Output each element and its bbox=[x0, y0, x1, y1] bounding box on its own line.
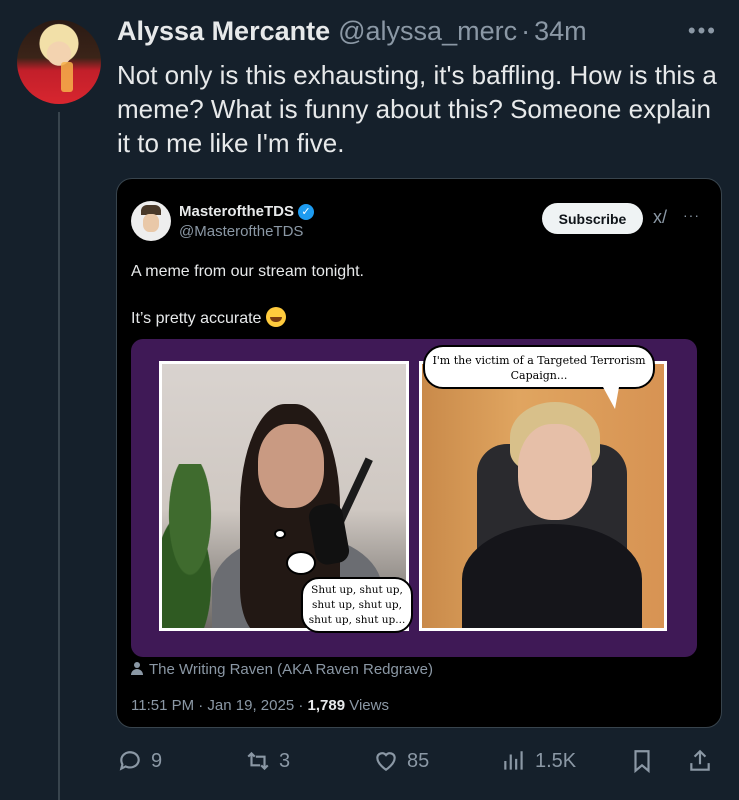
retweet-icon bbox=[247, 751, 269, 771]
thread-line bbox=[58, 112, 60, 800]
bookmark-icon bbox=[634, 750, 650, 774]
share-button[interactable] bbox=[687, 742, 713, 780]
quoted-tweet[interactable]: MasteroftheTDS ✓ @MasteroftheTDS Subscri… bbox=[116, 178, 722, 728]
quoted-timestamp[interactable]: 11:51 PM · Jan 19, 2025 · bbox=[131, 697, 308, 714]
quoted-tweet-text: A meme from our stream tonight. It’s pre… bbox=[131, 261, 691, 330]
retweet-count: 3 bbox=[279, 749, 291, 772]
person-icon bbox=[131, 662, 143, 675]
like-button[interactable]: 85 bbox=[373, 742, 429, 780]
subscribe-button[interactable]: Subscribe bbox=[542, 203, 643, 234]
bookmark-button[interactable] bbox=[629, 742, 655, 780]
laughing-emoji-icon bbox=[265, 307, 286, 327]
quoted-author: MasteroftheTDS ✓ bbox=[179, 203, 315, 220]
right-person-face bbox=[518, 424, 592, 520]
quoted-author-avatar[interactable] bbox=[131, 201, 171, 241]
reply-count: 9 bbox=[151, 749, 163, 772]
right-panel-photo bbox=[422, 364, 664, 628]
quoted-views-count: 1,789 bbox=[307, 697, 346, 714]
header-separator: · bbox=[521, 16, 531, 46]
quoted-author-name[interactable]: MasteroftheTDS bbox=[179, 203, 294, 220]
reply-button[interactable]: 9 bbox=[117, 742, 162, 780]
quoted-tweet-meta: 11:51 PM · Jan 19, 2025 · 1,789 Views bbox=[131, 697, 389, 714]
credit-text[interactable]: The Writing Raven (AKA Raven Redgrave) bbox=[149, 661, 433, 678]
meme-panel-right bbox=[419, 361, 667, 631]
grok-icon[interactable]: x/ bbox=[653, 207, 667, 228]
like-count: 85 bbox=[407, 749, 430, 772]
action-bar: 9 3 85 1.5K bbox=[117, 742, 723, 780]
quoted-text-line-1: A meme from our stream tonight. bbox=[131, 263, 364, 280]
thought-dot-small bbox=[274, 529, 286, 539]
quoted-text-line-2: It’s pretty accurate bbox=[131, 307, 691, 330]
share-icon bbox=[690, 749, 710, 771]
quoted-views-label: Views bbox=[345, 697, 389, 714]
image-credit: The Writing Raven (AKA Raven Redgrave) bbox=[131, 661, 433, 678]
views-count: 1.5K bbox=[535, 749, 577, 772]
retweet-button[interactable]: 3 bbox=[245, 742, 290, 780]
speech-bubble-right: I'm the victim of a Targeted Terrorism C… bbox=[423, 345, 655, 409]
quoted-author-handle[interactable]: @MasteroftheTDS bbox=[179, 223, 303, 240]
heart-icon bbox=[376, 752, 396, 771]
quoted-more-options-icon[interactable]: ··· bbox=[683, 207, 700, 223]
more-options-icon[interactable]: ••• bbox=[688, 18, 717, 44]
tweet-header: Alyssa Mercante @alyssa_merc · 34m bbox=[117, 16, 723, 52]
meme-image[interactable]: I'm the victim of a Targeted Terrorism C… bbox=[131, 339, 697, 657]
verified-badge-icon: ✓ bbox=[298, 203, 315, 220]
author-avatar[interactable] bbox=[17, 20, 101, 104]
author-name[interactable]: Alyssa Mercante bbox=[117, 16, 330, 47]
reply-icon bbox=[119, 751, 140, 771]
views-chart-icon bbox=[504, 751, 523, 770]
author-handle[interactable]: @alyssa_merc bbox=[338, 16, 517, 47]
views-button[interactable]: 1.5K bbox=[501, 742, 576, 780]
thought-dot-large bbox=[286, 551, 316, 575]
thought-bubble-left: Shut up, shut up, shut up, shut up, shut… bbox=[301, 577, 413, 633]
right-person-body bbox=[462, 524, 642, 628]
quoted-text-line-2-text: It’s pretty accurate bbox=[131, 310, 262, 327]
left-person-face bbox=[258, 424, 324, 508]
tweet-text: Not only is this exhausting, it's baffli… bbox=[117, 60, 717, 158]
tweet-time[interactable]: 34m bbox=[534, 16, 587, 47]
